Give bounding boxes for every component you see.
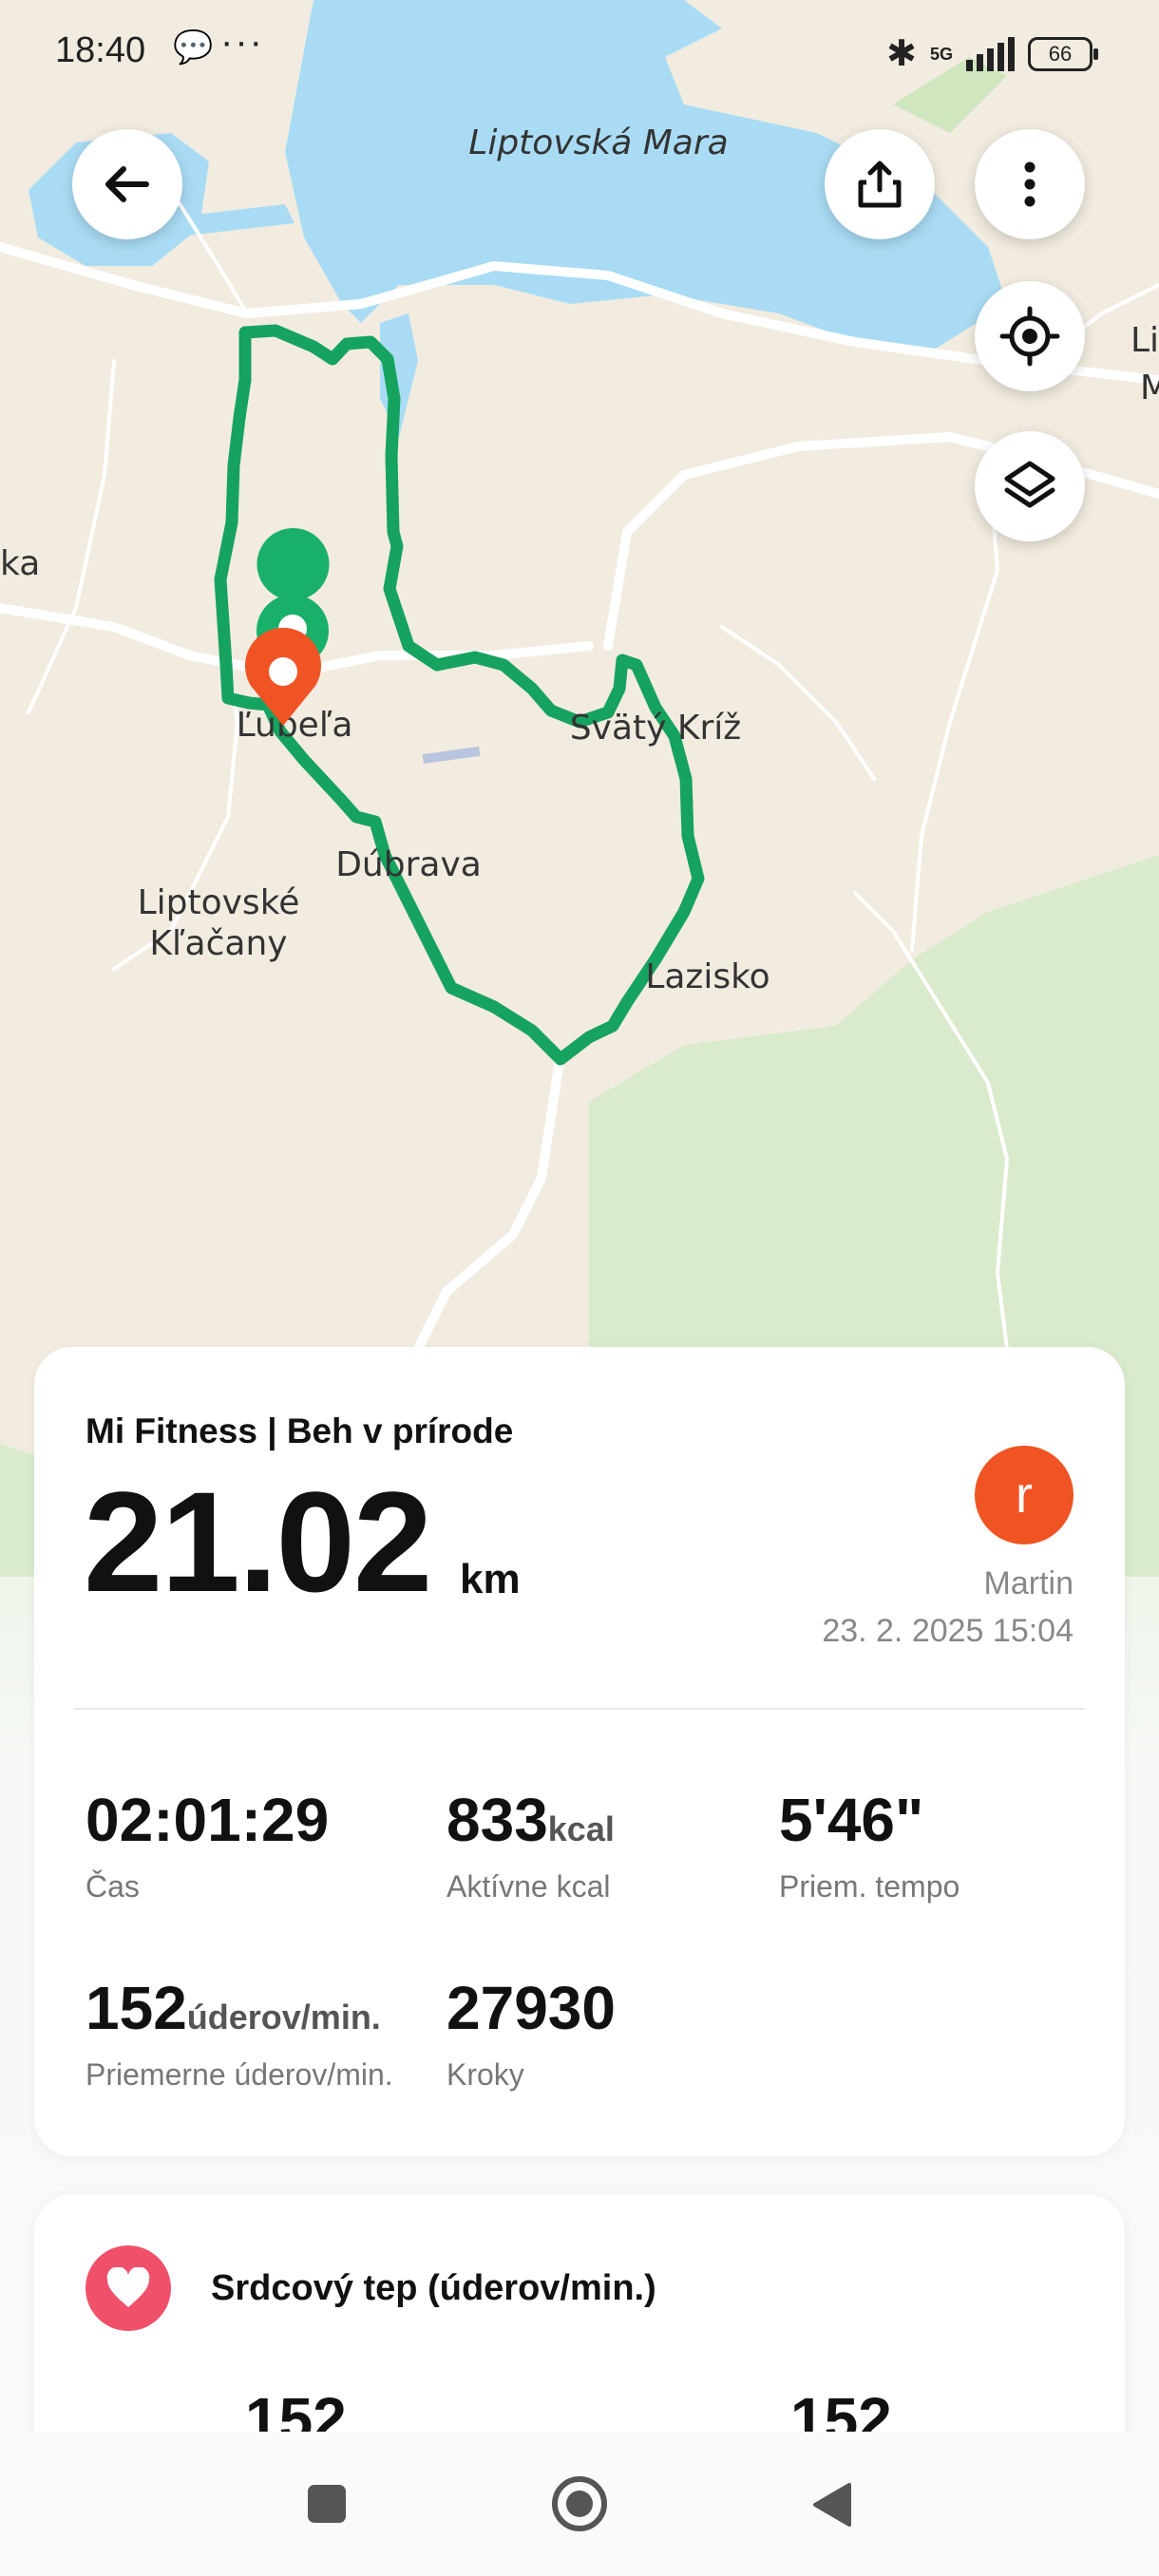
system-navigation-bar	[0, 2432, 1159, 2576]
stat-value: 833	[446, 1786, 548, 1854]
map-label-klacany-line2: Kľačany	[149, 924, 287, 963]
chat-notification-icon: 💬	[173, 29, 214, 66]
stat-avg-heart-rate: 152úderov/min. Priemerne úderov/min.	[86, 1974, 393, 2093]
divider	[74, 1708, 1085, 1710]
heart-rate-title: Srdcový tep (úderov/min.)	[211, 2268, 656, 2308]
bluetooth-icon: ✱	[886, 34, 917, 74]
user-name: Martin	[983, 1565, 1074, 1601]
stat-unit: úderov/min.	[186, 1998, 381, 2036]
map-label-svaty-kriz: Svätý Kríž	[570, 709, 741, 748]
map-label-klacany-line1: Liptovské	[138, 883, 300, 922]
share-icon	[858, 161, 902, 208]
workout-date: 23. 2. 2025 15:04	[822, 1613, 1074, 1649]
stat-avg-pace: 5'46" Priem. tempo	[779, 1786, 960, 1904]
stat-label: Priemerne úderov/min.	[86, 2057, 393, 2092]
recents-button[interactable]	[304, 2481, 350, 2531]
stat-unit: kcal	[547, 1809, 615, 1848]
more-notifications-icon: ···	[220, 21, 264, 63]
map-label-partial-right-2: M	[1140, 369, 1159, 407]
map-label-lake: Liptovská Mara	[468, 123, 728, 162]
home-circle-icon	[552, 2476, 607, 2531]
more-vertical-icon	[1024, 161, 1036, 207]
battery-indicator: 66	[1028, 36, 1098, 71]
stat-value: 27930	[446, 1974, 616, 2042]
stat-label: Aktívne kcal	[446, 1869, 611, 1904]
back-triangle-icon	[813, 2483, 851, 2527]
back-button[interactable]	[72, 129, 182, 239]
stat-label: Priem. tempo	[779, 1869, 960, 1904]
arrow-left-icon	[105, 166, 149, 202]
stat-value: 02:01:29	[86, 1786, 330, 1854]
square-icon	[308, 2485, 346, 2523]
layers-icon	[1004, 461, 1055, 508]
network-type: 5G	[929, 44, 953, 64]
back-nav-button[interactable]	[809, 2481, 855, 2533]
stat-value: 152	[86, 1974, 187, 2042]
stat-label: Čas	[86, 1869, 140, 1904]
target-icon	[999, 306, 1060, 367]
map-label-partial-left: ka	[0, 544, 40, 583]
map-label-lazisko: Lazisko	[645, 957, 770, 996]
distance-value: 21.02	[84, 1462, 432, 1621]
stat-duration: 02:01:29 Čas	[86, 1786, 329, 1904]
status-bar: 18:40 💬 ··· ✱ 5G 66	[0, 0, 1159, 110]
stat-active-kcal: 833kcal Aktívne kcal	[446, 1786, 615, 1904]
map-label-partial-right-1: Li	[1130, 321, 1159, 360]
map-layers-button[interactable]	[975, 431, 1085, 541]
workout-summary-card: Mi Fitness | Beh v prírode 21.02 km r Ma…	[34, 1347, 1125, 2156]
map-label-dubrava: Dúbrava	[335, 845, 482, 884]
locate-button[interactable]	[975, 281, 1085, 391]
distance-unit: km	[460, 1556, 521, 1602]
sport-title: Mi Fitness | Beh v prírode	[86, 1411, 514, 1450]
status-time: 18:40	[55, 30, 146, 70]
stat-steps: 27930 Kroky	[446, 1974, 616, 2093]
heart-icon	[86, 2245, 171, 2331]
share-button[interactable]	[825, 129, 935, 239]
stat-value: 5'46"	[779, 1786, 924, 1854]
avatar[interactable]: r	[975, 1446, 1074, 1544]
stat-label: Kroky	[446, 2057, 524, 2092]
more-options-button[interactable]	[975, 129, 1085, 239]
home-button[interactable]	[549, 2473, 610, 2539]
signal-icon	[966, 36, 1015, 71]
